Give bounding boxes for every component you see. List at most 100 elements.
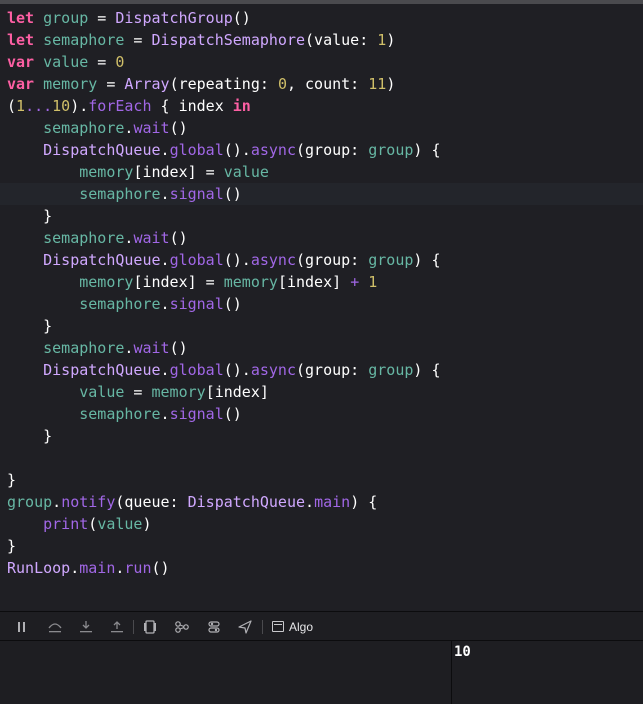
code-token: () — [223, 295, 242, 313]
code-line[interactable]: } — [0, 425, 643, 447]
code-token: (). — [223, 361, 251, 379]
code-token: ) { — [413, 361, 441, 379]
code-line[interactable]: value = memory[index] — [0, 381, 643, 403]
source-editor[interactable]: let group = DispatchGroup() let semaphore… — [0, 4, 643, 611]
code-token: global — [169, 361, 224, 379]
code-line[interactable]: var value = 0 — [0, 51, 643, 73]
code-token: group — [368, 141, 414, 159]
step-into-icon[interactable] — [76, 617, 96, 637]
hide-debug-area-icon[interactable] — [12, 617, 32, 637]
code-token: memory — [43, 75, 98, 93]
code-line[interactable]: semaphore.signal() — [0, 293, 643, 315]
code-line[interactable]: semaphore.wait() — [0, 117, 643, 139]
code-line[interactable]: memory[index] = value — [0, 161, 643, 183]
code-token: main — [314, 493, 351, 511]
code-token: = — [124, 383, 152, 401]
code-line[interactable]: (1...10).forEach { index in — [0, 95, 643, 117]
console-output: 10 — [454, 644, 471, 660]
code-line[interactable]: let semaphore = DispatchSemaphore(value:… — [0, 29, 643, 51]
code-token: (). — [223, 251, 251, 269]
code-token: async — [250, 361, 296, 379]
code-token: . — [160, 295, 170, 313]
code-token: () — [169, 119, 188, 137]
code-token: semaphore — [43, 31, 125, 49]
step-out-icon[interactable] — [107, 617, 127, 637]
code-token: . — [160, 251, 170, 269]
console-target-icon[interactable] — [272, 621, 284, 632]
code-token: semaphore — [43, 119, 125, 137]
code-line[interactable]: } — [0, 205, 643, 227]
code-line[interactable]: DispatchQueue.global().async(group: grou… — [0, 249, 643, 271]
code-token: ) — [386, 31, 396, 49]
code-token: } — [7, 317, 53, 335]
code-token: . — [160, 361, 170, 379]
code-line[interactable]: semaphore.signal() — [0, 183, 643, 205]
code-line[interactable]: memory[index] = memory[index] + 1 — [0, 271, 643, 293]
code-token: print — [43, 515, 89, 533]
code-token: ). — [70, 97, 89, 115]
code-token: (group: — [296, 361, 369, 379]
code-line[interactable]: var memory = Array(repeating: 0, count: … — [0, 73, 643, 95]
code-token: (). — [223, 141, 251, 159]
variables-view[interactable] — [0, 641, 451, 704]
code-line[interactable]: RunLoop.main.run() — [0, 557, 643, 579]
code-token: value — [223, 163, 269, 181]
code-token: group — [43, 9, 89, 27]
code-token: DispatchQueue — [187, 493, 306, 511]
code-token: (group: — [296, 141, 369, 159]
toolbar-separator — [262, 620, 263, 634]
code-token: . — [160, 141, 170, 159]
code-token: ( — [88, 515, 98, 533]
code-token: value — [79, 383, 125, 401]
code-token: signal — [169, 295, 224, 313]
code-token: memory — [151, 383, 206, 401]
code-line[interactable]: } — [0, 469, 643, 491]
code-token: ) { — [350, 493, 378, 511]
step-over-icon[interactable] — [45, 617, 65, 637]
code-token: . — [305, 493, 315, 511]
toolbar-separator — [133, 620, 134, 634]
code-line[interactable]: semaphore.wait() — [0, 337, 643, 359]
code-token: (repeating: — [169, 75, 278, 93]
code-line[interactable]: let group = DispatchGroup() — [0, 7, 643, 29]
code-token: var — [7, 75, 35, 93]
simulate-location-icon[interactable] — [235, 617, 255, 637]
code-token: [index] = — [133, 273, 224, 291]
code-token: . — [70, 559, 80, 577]
console-view[interactable]: 10 — [452, 641, 643, 704]
code-token: , count: — [286, 75, 369, 93]
code-token: value — [97, 515, 143, 533]
code-line[interactable]: semaphore.signal() — [0, 403, 643, 425]
code-token: 0 — [277, 75, 287, 93]
code-token: DispatchQueue — [43, 251, 161, 269]
code-line[interactable] — [0, 447, 643, 469]
code-line[interactable]: } — [0, 315, 643, 337]
code-token: semaphore — [79, 295, 161, 313]
code-token: () — [151, 559, 170, 577]
code-line[interactable]: print(value) — [0, 513, 643, 535]
code-token: in — [232, 97, 251, 115]
memory-graph-icon[interactable] — [172, 617, 192, 637]
code-token: 11 — [368, 75, 387, 93]
code-line[interactable]: group.notify(queue: DispatchQueue.main) … — [0, 491, 643, 513]
code-token: notify — [61, 493, 116, 511]
code-line[interactable]: DispatchQueue.global().async(group: grou… — [0, 359, 643, 381]
code-token: wait — [133, 119, 170, 137]
code-token: Array — [124, 75, 170, 93]
target-label[interactable]: Algo — [289, 617, 313, 637]
code-token: async — [250, 141, 296, 159]
environment-overrides-icon[interactable] — [204, 617, 224, 637]
code-line[interactable]: } — [0, 535, 643, 557]
code-line[interactable]: DispatchQueue.global().async(group: grou… — [0, 139, 643, 161]
view-hierarchy-icon[interactable] — [140, 617, 160, 637]
code-token: wait — [133, 339, 170, 357]
code-token: DispatchGroup — [115, 9, 233, 27]
code-line[interactable]: semaphore.wait() — [0, 227, 643, 249]
code-token: ) — [142, 515, 152, 533]
